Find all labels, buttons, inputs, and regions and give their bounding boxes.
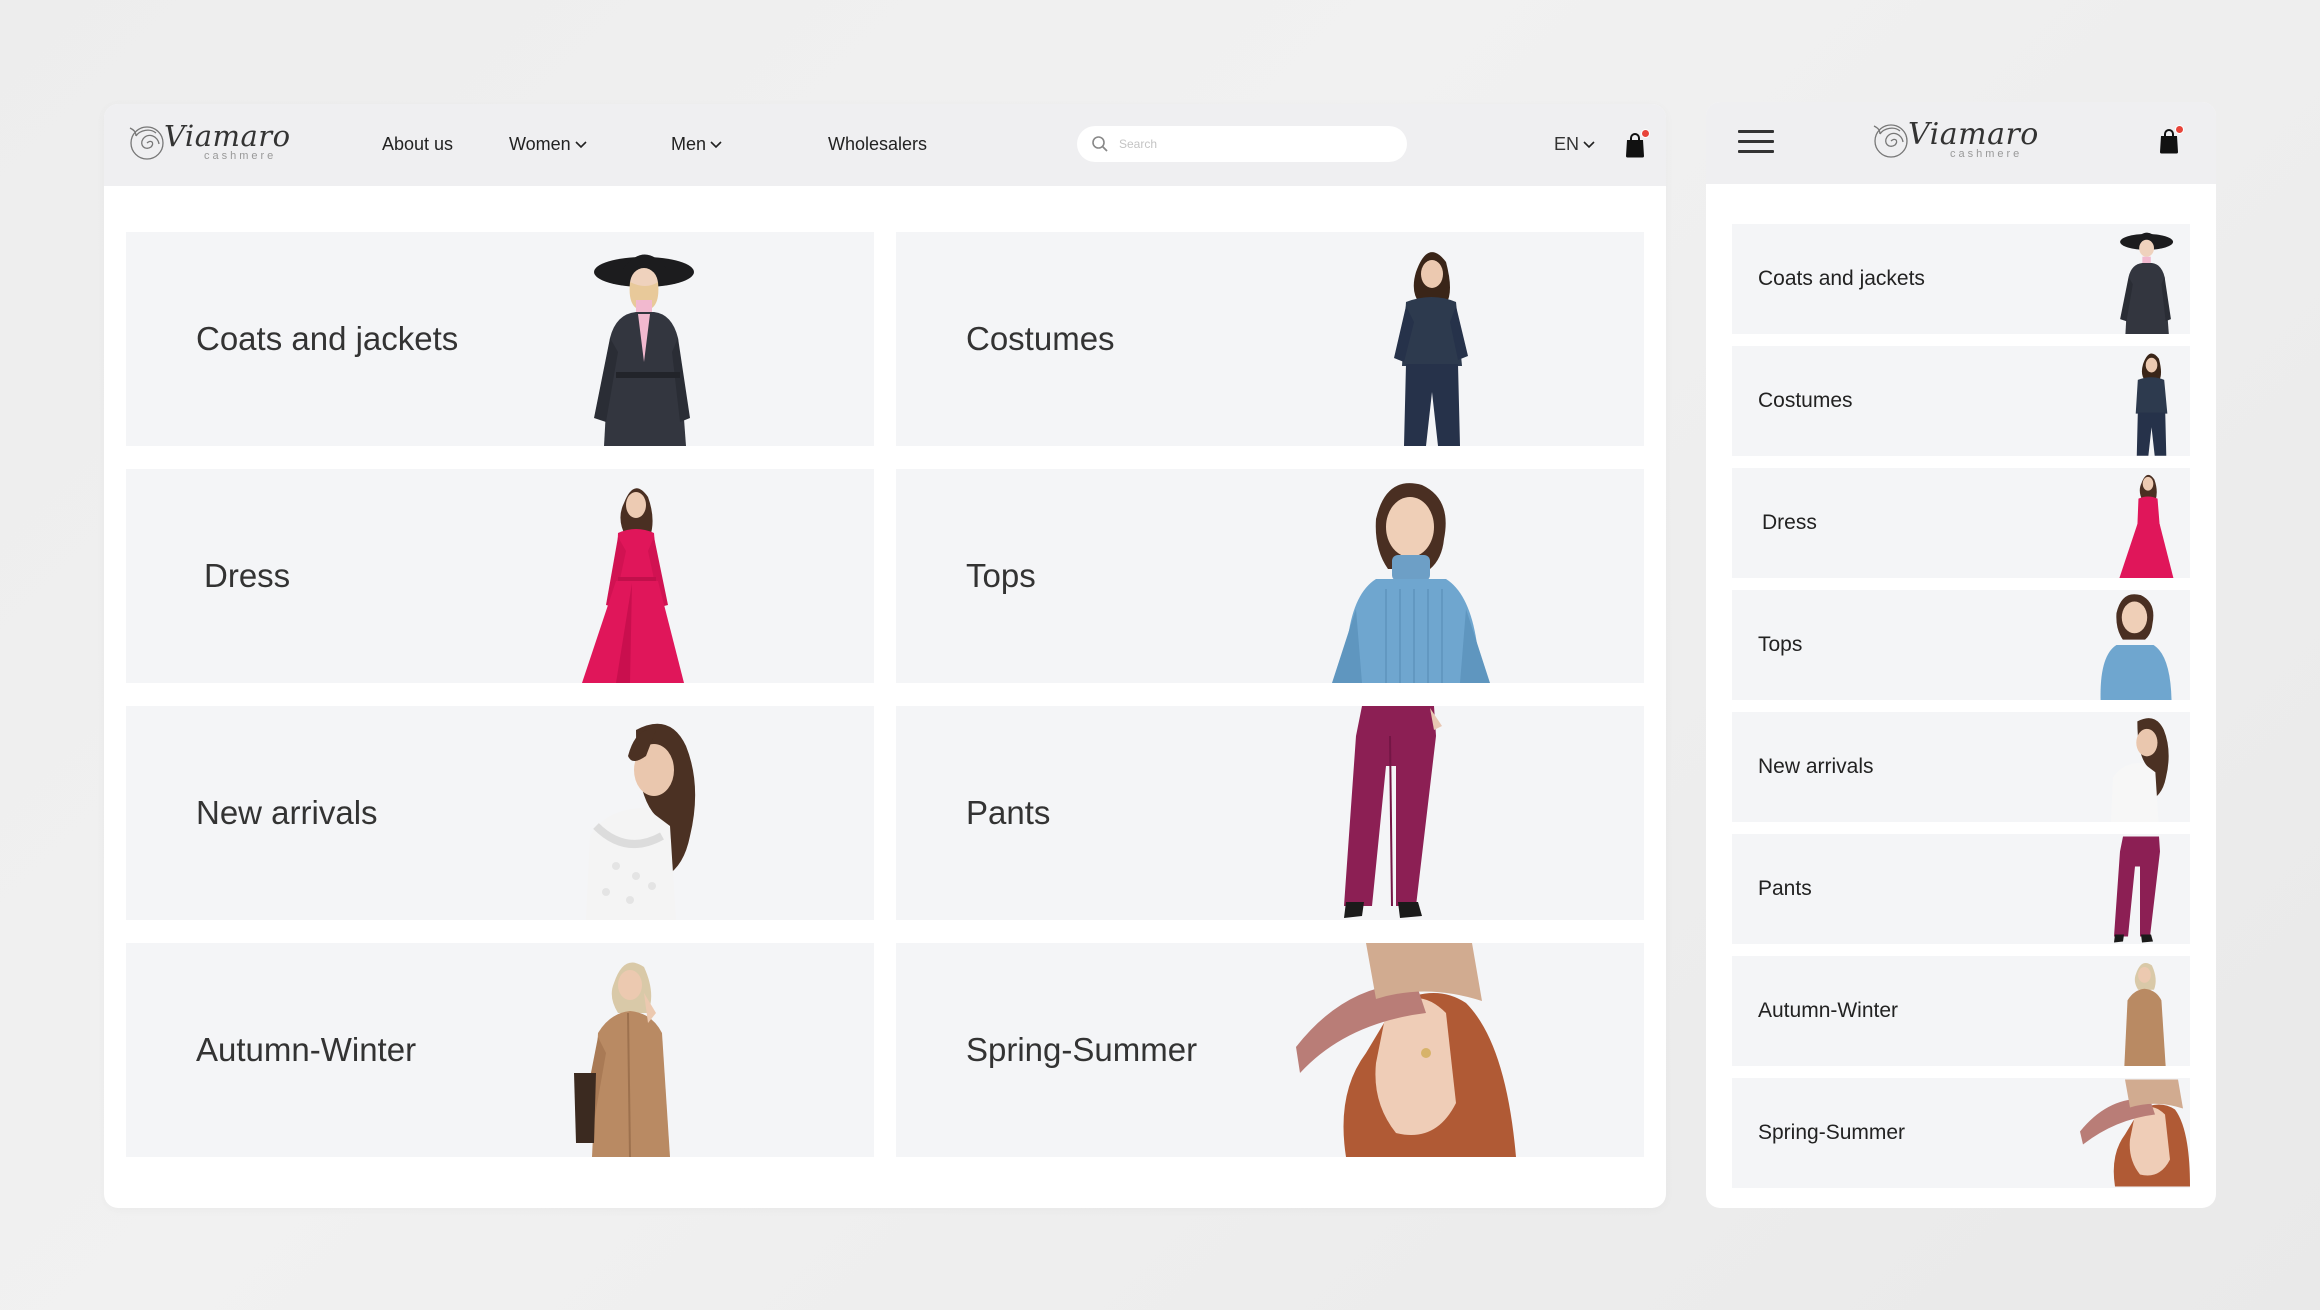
visor-hat-model-image (2080, 1079, 2190, 1187)
search-icon (1092, 136, 1108, 152)
category-label: Autumn-Winter (196, 1031, 417, 1068)
mobile-header: Viamaro cashmere (1706, 102, 2216, 184)
cart-button[interactable] (1624, 129, 1650, 158)
blouse-model-image (586, 723, 696, 920)
category-label: Autumn-Winter (1758, 999, 1899, 1022)
category-card-costumes[interactable]: Costumes (896, 232, 1644, 446)
coat-model-image (594, 254, 694, 446)
category-card-pants[interactable]: Pants (896, 706, 1644, 920)
menu-icon-line (1738, 150, 1774, 153)
cart-badge (1641, 129, 1650, 138)
nav-about-us[interactable]: About us (382, 134, 453, 155)
cart-button[interactable] (2158, 125, 2184, 154)
mobile-category-spring-summer[interactable]: Spring-Summer (1732, 1078, 2190, 1188)
nav-men-label: Men (671, 134, 707, 154)
category-card-new-arrivals[interactable]: New arrivals (126, 706, 874, 920)
category-label: Pants (1758, 877, 1812, 900)
nav-women[interactable]: Women (509, 134, 587, 155)
pants-model-image (2114, 836, 2160, 943)
menu-icon-line (1738, 130, 1774, 133)
category-label: Coats and jackets (1758, 267, 1925, 290)
category-label: New arrivals (196, 794, 378, 831)
category-card-autumn-winter[interactable]: Autumn-Winter (126, 943, 874, 1157)
search-input[interactable] (1119, 137, 1379, 151)
language-selector[interactable]: EN (1554, 134, 1595, 155)
brand-subtitle: cashmere (204, 150, 277, 162)
category-label: Tops (966, 557, 1036, 594)
desktop-header: Viamaro cashmere About us Women Men Whol… (104, 104, 1666, 186)
brand-logo[interactable]: Viamaro cashmere (1868, 116, 2039, 162)
camel-coat-model-image (574, 962, 670, 1157)
mobile-category-autumn-winter[interactable]: Autumn-Winter (1732, 956, 2190, 1066)
category-label: Spring-Summer (966, 1031, 1198, 1068)
mobile-category-tops[interactable]: Tops (1732, 590, 2190, 700)
dress-model-image (582, 488, 684, 683)
coat-model-image (2120, 232, 2174, 334)
category-label: Dress (204, 557, 291, 594)
chevron-down-icon (575, 140, 587, 148)
category-card-tops[interactable]: Tops (896, 469, 1644, 683)
category-card-spring-summer[interactable]: Spring-Summer (896, 943, 1644, 1157)
mobile-category-list: Coats and jackets Costumes Dress Tops Ne… (1732, 224, 2190, 1200)
search-bar[interactable] (1077, 126, 1407, 162)
nav-wholesalers[interactable]: Wholesalers (828, 134, 927, 155)
camel-coat-model-image (2124, 963, 2166, 1066)
category-label: Spring-Summer (1758, 1121, 1906, 1144)
category-label: Costumes (1758, 389, 1853, 412)
mobile-frame: Viamaro cashmere Coats and jackets Costu… (1706, 102, 2216, 1208)
nav-men[interactable]: Men (671, 134, 722, 155)
mobile-category-new-arrivals[interactable]: New arrivals (1732, 712, 2190, 822)
menu-icon-line (1738, 140, 1774, 143)
visor-hat-model-image (1296, 943, 1516, 1157)
category-label: Dress (1762, 511, 1817, 534)
pants-model-image (1344, 706, 1442, 918)
sweater-model-image (2100, 594, 2172, 700)
chevron-down-icon (1583, 140, 1595, 148)
dress-model-image (2119, 474, 2174, 578)
nav-about-us-label: About us (382, 134, 454, 154)
nav-women-label: Women (509, 134, 571, 154)
costume-model-image (2135, 353, 2168, 456)
mobile-category-costumes[interactable]: Costumes (1732, 346, 2190, 456)
sweater-model-image (1332, 483, 1490, 683)
chevron-down-icon (710, 140, 722, 148)
menu-icon[interactable] (1738, 130, 1774, 156)
brand-name: Viamaro (1908, 116, 2039, 152)
category-card-dress[interactable]: Dress (126, 469, 874, 683)
category-label: Coats and jackets (196, 320, 459, 357)
costume-model-image (1394, 252, 1468, 446)
category-label: Pants (966, 794, 1051, 831)
category-grid: Coats and jackets Costumes Dress Tops Ne… (126, 232, 1644, 1157)
mobile-category-pants[interactable]: Pants (1732, 834, 2190, 944)
blouse-model-image (2110, 718, 2169, 822)
category-label: Tops (1758, 633, 1803, 656)
cart-badge (2175, 125, 2184, 134)
brand-logo[interactable]: Viamaro cashmere (124, 118, 291, 164)
brand-name: Viamaro (164, 119, 291, 153)
mobile-category-coats[interactable]: Coats and jackets (1732, 224, 2190, 334)
nav-wholesalers-label: Wholesalers (828, 134, 928, 154)
brand-subtitle: cashmere (1950, 148, 2023, 160)
desktop-frame: Viamaro cashmere About us Women Men Whol… (104, 104, 1666, 1208)
mobile-category-dress[interactable]: Dress (1732, 468, 2190, 578)
language-label: EN (1554, 134, 1580, 154)
category-label: Costumes (966, 320, 1115, 357)
category-label: New arrivals (1758, 755, 1874, 778)
category-card-coats[interactable]: Coats and jackets (126, 232, 874, 446)
